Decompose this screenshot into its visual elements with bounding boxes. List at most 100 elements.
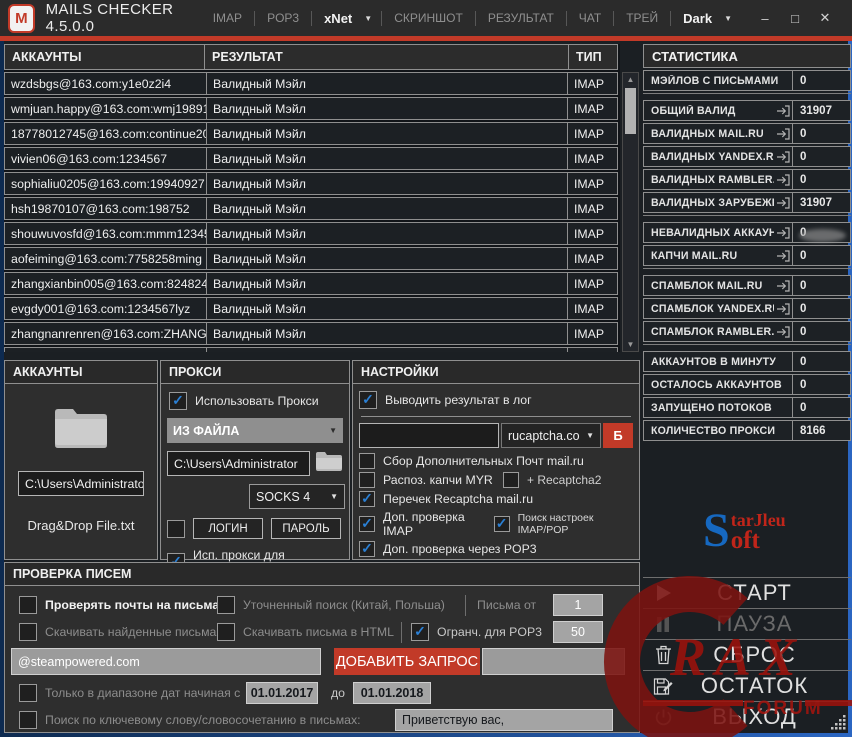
table-row[interactable]: zhangnanrenren@163.com:ZHANGn Валидный Мэ… xyxy=(4,322,618,345)
window-title: MAILS CHECKER 4.5.0.0 xyxy=(45,1,174,35)
resize-grip[interactable] xyxy=(831,715,846,735)
remainder-label: ОСТАТОК xyxy=(700,673,809,698)
date-range-checkbox[interactable] xyxy=(19,684,37,702)
table-row[interactable]: zhangxianbin005@163.com:824824a Валидный … xyxy=(4,272,618,295)
captcha-key-input[interactable] xyxy=(359,423,499,448)
table-row[interactable]: shouwuvosfd@163.com:mmm12345 Валидный Мэй… xyxy=(4,222,618,245)
pop3-limit-input[interactable]: 50 xyxy=(553,621,603,643)
close-button[interactable]: ✕ xyxy=(810,10,840,26)
remainder-button[interactable]: ОСТАТОК xyxy=(643,670,851,701)
table-row[interactable]: wzdsbgs@163.com:y1e0z2i4 Валидный Мэйл IMA… xyxy=(4,72,618,95)
scroll-down-icon[interactable]: ▼ xyxy=(623,340,638,349)
date-range-label: Только в диапазоне дат начиная с xyxy=(45,686,241,700)
settings-divider xyxy=(361,416,631,417)
open-file-folder-icon[interactable] xyxy=(52,404,110,455)
letters-from-label: Письма от xyxy=(477,598,537,612)
proxy-file-path-input[interactable]: C:\Users\Administrator xyxy=(167,451,310,476)
extra-imap-check-checkbox[interactable]: ✓ xyxy=(359,516,375,532)
proxy-source-value: ИЗ ФАЙЛА xyxy=(173,423,240,438)
proxy-login-button[interactable]: ЛОГИН xyxy=(193,518,263,539)
export-icon[interactable] xyxy=(774,196,792,210)
scroll-up-icon[interactable]: ▲ xyxy=(623,75,638,84)
pop3-limit-checkbox[interactable]: ✓ xyxy=(411,623,429,641)
stats-separator xyxy=(643,344,851,347)
table-row[interactable]: hsh19870107@163.com:198752 Валидный Мэйл I… xyxy=(4,197,618,220)
reset-button[interactable]: СБРОС xyxy=(643,639,851,670)
stat-value: 31907 xyxy=(792,193,850,212)
maximize-button[interactable]: □ xyxy=(780,11,810,26)
chevron-down-icon[interactable]: ▼ xyxy=(364,14,372,23)
accent-line xyxy=(0,36,852,41)
proxy-type-dropdown[interactable]: SOCKS 4 ▼ xyxy=(249,484,345,509)
exit-button[interactable]: ВЫХОД xyxy=(643,701,851,732)
export-icon[interactable] xyxy=(774,104,792,118)
myr-captcha-checkbox[interactable] xyxy=(359,472,375,488)
letters-from-input[interactable]: 1 xyxy=(553,594,603,616)
table-scrollbar[interactable]: ▲ ▼ xyxy=(622,72,639,352)
proxy-password-button[interactable]: ПАРОЛЬ xyxy=(271,518,341,539)
proxy-auth-checkbox[interactable] xyxy=(167,519,185,538)
export-icon[interactable] xyxy=(774,249,792,263)
check-mails-checkbox[interactable] xyxy=(19,596,37,614)
export-icon[interactable] xyxy=(774,150,792,164)
table-row[interactable]: wmjuan.happy@163.com:wmj19891 Валидный Мэ… xyxy=(4,97,618,120)
download-letters-label: Скачивать найденные письма xyxy=(45,625,217,639)
date-to-input[interactable]: 01.01.2018 xyxy=(353,682,431,704)
cell-account: aofeiming@163.com:7758258ming xyxy=(11,251,202,266)
menu-tray[interactable]: ТРЕЙ xyxy=(623,11,661,25)
export-icon[interactable] xyxy=(774,325,792,339)
add-query-button[interactable]: ДОБАВИТЬ ЗАПРОС xyxy=(334,648,480,675)
query-list-box[interactable] xyxy=(482,648,625,675)
scrollbar-thumb[interactable] xyxy=(625,88,636,134)
use-proxy-checkbox[interactable]: ✓ xyxy=(169,392,187,410)
pause-button[interactable]: ПАУЗА xyxy=(643,608,851,639)
recheck-recaptcha-checkbox[interactable]: ✓ xyxy=(359,491,375,507)
column-header-result[interactable]: РЕЗУЛЬТАТ xyxy=(204,44,569,70)
table-row[interactable]: vivien06@163.com:1234567 Валидный Мэйл IMA… xyxy=(4,147,618,170)
imap-pop-settings-search-checkbox[interactable]: ✓ xyxy=(493,516,510,532)
cell-result: Валидный Мэйл xyxy=(206,323,567,344)
column-header-accounts[interactable]: АККАУНТЫ xyxy=(4,44,205,70)
log-output-checkbox[interactable]: ✓ xyxy=(359,391,377,409)
chevron-down-icon[interactable]: ▼ xyxy=(724,14,732,23)
menu-chat[interactable]: ЧАТ xyxy=(576,11,604,25)
column-header-type[interactable]: ТИП xyxy=(568,44,618,70)
menu-screenshot[interactable]: СКРИНШОТ xyxy=(391,11,466,25)
balance-button[interactable]: Б xyxy=(603,423,633,448)
menu-pop3[interactable]: POP3 xyxy=(264,11,302,25)
extra-pop3-check-checkbox[interactable]: ✓ xyxy=(359,541,375,557)
captcha-service-dropdown[interactable]: rucaptcha.co ▼ xyxy=(501,423,601,448)
recaptcha2-checkbox[interactable] xyxy=(503,472,519,488)
export-icon[interactable] xyxy=(774,302,792,316)
minimize-button[interactable]: – xyxy=(750,11,780,26)
export-icon[interactable] xyxy=(774,279,792,293)
letters-row: Проверять почты на письма Уточненный пои… xyxy=(5,594,639,616)
keyword-input[interactable]: Приветствую вас, xyxy=(395,709,613,731)
export-icon[interactable] xyxy=(774,173,792,187)
table-row[interactable]: aofeiming@163.com:7758258ming Валидный Мэ… xyxy=(4,247,618,270)
browse-folder-icon[interactable] xyxy=(315,450,343,477)
download-letters-checkbox[interactable] xyxy=(19,623,37,641)
table-row[interactable]: zhanghao61@163.com:zhanghao61Валидный Мэ… xyxy=(4,347,618,352)
accounts-file-path-input[interactable]: C:\Users\Administrato xyxy=(18,471,144,496)
cell-result: Валидный Мэйл xyxy=(206,298,567,319)
proxy-source-dropdown[interactable]: ИЗ ФАЙЛА ▼ xyxy=(167,418,343,443)
export-icon[interactable] xyxy=(774,127,792,141)
stat-label: ОБЩИЙ ВАЛИД xyxy=(651,104,736,117)
accounts-panel-title: АККАУНТЫ xyxy=(5,361,157,384)
download-html-checkbox[interactable] xyxy=(217,623,235,641)
menu-result[interactable]: РЕЗУЛЬТАТ xyxy=(485,11,557,25)
menu-imap[interactable]: IMAP xyxy=(210,11,245,25)
table-row[interactable]: evgdy001@163.com:1234567lyz Валидный Мэйл… xyxy=(4,297,618,320)
start-button[interactable]: СТАРТ xyxy=(643,577,851,608)
search-query-input[interactable]: @steampowered.com xyxy=(11,648,321,675)
theme-dropdown[interactable]: Dark xyxy=(680,11,715,26)
refined-search-checkbox[interactable] xyxy=(217,596,235,614)
export-icon[interactable] xyxy=(774,226,792,240)
collect-extra-mails-checkbox[interactable] xyxy=(359,453,375,469)
date-from-input[interactable]: 01.01.2017 xyxy=(246,682,318,704)
table-row[interactable]: 18778012745@163.com:continue201 Валидный … xyxy=(4,122,618,145)
table-row[interactable]: sophialiu0205@163.com:19940927 Валидный М… xyxy=(4,172,618,195)
keyword-search-checkbox[interactable] xyxy=(19,711,37,729)
menu-xnet-dropdown[interactable]: xNet xyxy=(321,11,355,26)
